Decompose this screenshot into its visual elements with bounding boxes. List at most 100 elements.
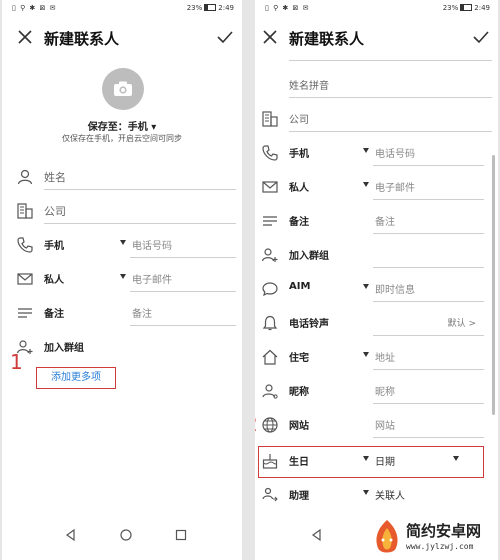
navigation-bar [2,524,242,548]
note-input[interactable]: 备注 [375,213,395,228]
assistant-type-dropdown-icon [363,490,369,495]
pinyin-row: 姓名拼音 [255,68,498,102]
note-lines-icon [263,216,277,226]
battery-percent: 23% [442,4,459,12]
nickname-row: 昵称 昵称 [255,374,498,408]
name-underline [289,60,492,61]
watermark-url: www.jylzwj.com [406,542,474,551]
confirm-check-icon[interactable] [216,28,234,46]
aim-type-dropdown-icon [363,284,369,289]
status-icons: ▯ ⚲ ✱ ⊠ ✉ [265,4,310,12]
email-underline [130,291,236,292]
house-icon [262,349,278,365]
globe-icon [262,417,278,433]
name-input[interactable]: 姓名 [44,169,66,185]
phone-input[interactable]: 电话号码 [132,237,172,252]
name-row: 姓名 [2,160,242,194]
email-type-dropdown-icon [120,274,126,279]
close-icon[interactable] [261,28,279,46]
ringtone-row[interactable]: 电话铃声 默认 > [255,306,498,340]
note-row: 备注 备注 [2,296,242,330]
phone-underline [373,165,484,166]
email-type-selector[interactable]: 私人 [289,179,309,194]
phone-type-selector[interactable]: 手机 [44,237,64,252]
back-icon[interactable] [64,528,78,542]
status-right: 23% 2:49 [443,4,490,12]
confirm-check-icon[interactable] [472,28,490,46]
camera-icon [114,81,132,96]
assistant-input[interactable]: 关联人 [375,487,405,502]
aim-input[interactable]: 即时信息 [375,281,415,296]
email-row: 私人 电子邮件 [2,262,242,296]
chat-bubble-icon [262,282,278,297]
phone-icon [17,237,33,253]
note-underline [373,233,484,234]
status-bar: ▯ ⚲ ✱ ⊠ ✉ 23% 2:49 [2,0,242,18]
scrollbar[interactable] [492,155,495,415]
website-label: 网站 [289,421,309,432]
ringtone-underline [373,335,484,336]
nickname-label: 昵称 [289,387,309,398]
assistant-type-selector[interactable]: 助理 [289,487,309,502]
assistant-icon [262,487,278,502]
email-type-dropdown-icon [363,182,369,187]
address-underline [373,369,484,370]
watermark-logo-icon [376,520,398,553]
assistant-row: 助理 关联人 [255,478,498,512]
website-underline [373,437,484,438]
pinyin-input[interactable]: 姓名拼音 [289,77,329,92]
contact-form-screen-1: ▯ ⚲ ✱ ⊠ ✉ 23% 2:49 新建联系人 保存至：手机 ▾ 仅保存在手机，… [2,0,242,560]
battery-icon [204,4,217,11]
close-icon[interactable] [16,28,34,46]
address-type-selector[interactable]: 住宅 [289,349,309,364]
contact-form-screen-2: ▯ ⚲ ✱ ⊠ ✉ 23% 2:49 新建联系人 姓名拼音 公司 手机 电话号码 … [255,0,498,560]
person-icon [17,169,33,185]
phone-row: 手机 电话号码 [2,228,242,262]
recents-icon[interactable] [174,528,188,542]
photo-picker-button[interactable] [102,68,144,110]
home-icon[interactable] [119,528,133,542]
page-title: 新建联系人 [44,30,120,48]
website-row: 网站 网站 [255,408,498,442]
address-type-dropdown-icon [363,352,369,357]
email-type-selector[interactable]: 私人 [44,271,64,286]
phone-underline [130,257,236,258]
save-hint-text: 仅保存在手机，开启云空间可同步 [62,134,182,143]
pinyin-underline [289,97,492,98]
add-more-fields-button[interactable]: 添加更多项 [36,367,116,389]
save-location-selector[interactable]: 保存至：手机 ▾ [2,118,242,133]
birthday-highlight-box [258,446,484,478]
aim-row: AIM 即时信息 [255,272,498,306]
annotation-number-2: 2 [255,412,258,436]
status-icons: ▯ ⚲ ✱ ⊠ ✉ [12,4,57,12]
company-input[interactable]: 公司 [289,111,309,126]
ringtone-value[interactable]: 默认 > [448,316,476,329]
group-underline [373,267,484,268]
group-row[interactable]: 加入群组 [255,238,498,272]
watermark: 简约安卓网 www.jylzwj.com [368,516,498,560]
phone-type-selector[interactable]: 手机 [289,145,309,160]
group-row[interactable]: 加入群组 [2,330,242,364]
aim-type-selector[interactable]: AIM [289,281,310,292]
aim-underline [373,301,484,302]
address-row: 住宅 地址 [255,340,498,374]
note-underline [130,325,236,326]
company-icon [262,111,278,127]
back-icon[interactable] [310,528,324,542]
email-input[interactable]: 电子邮件 [375,179,415,194]
address-input[interactable]: 地址 [375,349,395,364]
phone-input[interactable]: 电话号码 [375,145,415,160]
name-underline [44,189,236,190]
battery-percent: 23% [186,4,203,12]
phone-type-dropdown-icon [363,148,369,153]
phone-type-dropdown-icon [120,240,126,245]
note-lines-icon [18,308,32,318]
battery-icon [460,4,473,11]
website-input[interactable]: 网站 [375,417,395,432]
nickname-input[interactable]: 昵称 [375,383,395,398]
company-input[interactable]: 公司 [44,203,66,219]
note-input[interactable]: 备注 [132,305,152,320]
email-input[interactable]: 电子邮件 [132,271,172,286]
company-underline [289,131,492,132]
top-bar: 新建联系人 [255,24,498,54]
